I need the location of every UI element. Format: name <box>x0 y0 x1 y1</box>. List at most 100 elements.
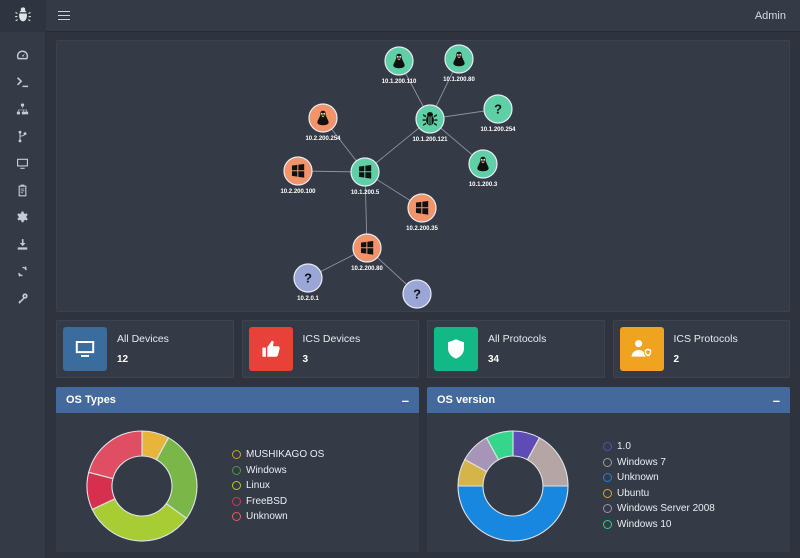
unknown-icon: ? <box>494 102 502 117</box>
bug-icon <box>15 6 31 21</box>
legend-item[interactable]: FreeBSD <box>232 493 419 509</box>
stat-card-ics-protocols[interactable]: ICS Protocols 2 <box>612 320 790 378</box>
network-node-label: 10.2.200.254 <box>305 136 341 142</box>
stat-value: 34 <box>488 354 500 365</box>
panel-title: OS Types <box>66 394 116 406</box>
chart-panels: OS Types – MUSHIKAGO OS Windows Linux FreeB… <box>56 387 790 552</box>
network-node[interactable]: ? <box>402 279 432 309</box>
stat-text: All Protocols 34 <box>478 333 546 365</box>
donut-slice[interactable] <box>155 436 198 519</box>
panel-os-version: OS version – 1.0 Windows 7 Unknown Ubuntu Wi… <box>427 387 790 552</box>
hamburger-icon <box>58 8 70 22</box>
donut-slice[interactable] <box>457 484 569 542</box>
legend-label: Windows Server 2008 <box>617 503 715 515</box>
refresh-icon <box>18 266 27 277</box>
sidebar-item-credentials[interactable] <box>0 285 45 312</box>
legend-item[interactable]: Ubuntu <box>603 486 790 502</box>
stat-value: 2 <box>673 354 680 365</box>
menu-toggle-button[interactable] <box>46 0 82 32</box>
legend-item[interactable]: Unknown <box>232 509 419 525</box>
legend-label: FreeBSD <box>246 495 288 507</box>
network-node[interactable]: 10.2.200.35 <box>406 193 439 232</box>
minimize-icon[interactable]: – <box>402 394 409 407</box>
network-topology-panel: 10.1.200.110 10.1.200.80 10.1.200.121? 10.1… <box>56 40 790 312</box>
legend-label: Windows <box>246 464 287 476</box>
monitor-icon <box>75 341 95 357</box>
stat-cards: All Devices 12 ICS Devices 3 All Protoco… <box>56 320 790 378</box>
sidebar-item-sync[interactable] <box>0 258 45 285</box>
donut-wrap <box>56 423 228 549</box>
stat-card-all-protocols[interactable]: All Protocols 34 <box>427 320 605 378</box>
sidebar-item-downloads[interactable] <box>0 231 45 258</box>
legend-label: 1.0 <box>617 441 631 453</box>
network-node[interactable]: 10.1.200.3 <box>468 149 498 188</box>
sidebar-item-devices[interactable] <box>0 150 45 177</box>
legend-item[interactable]: MUSHIKAGO OS <box>232 447 419 463</box>
speedometer-icon <box>16 50 29 60</box>
network-node[interactable]: 10.1.200.80 <box>443 44 476 83</box>
legend-label: Windows 10 <box>617 518 672 530</box>
monitor-icon <box>17 158 28 169</box>
minimize-icon[interactable]: – <box>773 394 780 407</box>
legend-color-dot <box>232 450 241 459</box>
unknown-icon: ? <box>304 271 312 286</box>
network-node[interactable]: ? 10.2.0.1 <box>293 263 323 302</box>
legend-color-dot <box>603 519 612 529</box>
os-types-legend: MUSHIKAGO OS Windows Linux FreeBSD Unknown <box>228 447 419 525</box>
network-graph[interactable]: 10.1.200.110 10.1.200.80 10.1.200.121? 10.1… <box>57 41 791 313</box>
network-node-label: 10.2.0.1 <box>297 296 319 302</box>
stat-text: ICS Protocols 2 <box>664 333 738 365</box>
sidebar-item-branches[interactable] <box>0 123 45 150</box>
user-menu[interactable]: Admin <box>755 10 786 22</box>
app-logo[interactable] <box>0 0 46 32</box>
panel-body: 1.0 Windows 7 Unknown Ubuntu Windows Server … <box>427 413 790 552</box>
user-shield-icon <box>631 340 652 358</box>
os-types-donut-chart[interactable] <box>79 423 205 549</box>
legend-color-dot <box>603 504 612 514</box>
network-node[interactable]: 10.2.200.254 <box>305 103 341 142</box>
sidebar-item-terminal[interactable] <box>0 69 45 96</box>
stat-value: 12 <box>117 354 129 365</box>
sidebar-item-reports[interactable] <box>0 177 45 204</box>
legend-item[interactable]: Linux <box>232 478 419 494</box>
legend-color-dot <box>603 457 612 467</box>
legend-item[interactable]: Windows Server 2008 <box>603 501 790 517</box>
network-node-label: 10.1.200.80 <box>443 77 475 83</box>
sidebar-item-dashboard[interactable] <box>0 42 45 69</box>
os-version-donut-chart[interactable] <box>450 423 576 549</box>
network-node[interactable]: 10.2.200.80 <box>351 233 384 272</box>
unknown-icon: ? <box>413 287 421 302</box>
stat-card-ics-devices[interactable]: ICS Devices 3 <box>241 320 419 378</box>
app-root: Admin 10.1.200.110 10.1.200.80 10.1.200.… <box>0 0 800 558</box>
legend-item[interactable]: Windows 10 <box>603 517 790 533</box>
network-node[interactable]: 10.2.200.100 <box>280 156 316 195</box>
sidebar-item-settings[interactable] <box>0 204 45 231</box>
network-nodes: 10.1.200.110 10.1.200.80 10.1.200.121? 10.1… <box>280 44 516 309</box>
network-node[interactable]: 10.1.200.121 <box>412 104 448 143</box>
network-node[interactable]: 10.1.200.5 <box>350 157 380 196</box>
sidebar <box>0 32 46 558</box>
panel-body: MUSHIKAGO OS Windows Linux FreeBSD Unknown <box>56 413 419 552</box>
legend-item[interactable]: Windows <box>232 462 419 478</box>
legend-item[interactable]: 1.0 <box>603 439 790 455</box>
sidebar-item-network[interactable] <box>0 96 45 123</box>
network-node-label: 10.2.200.100 <box>280 189 316 195</box>
legend-color-dot <box>232 512 241 521</box>
network-node[interactable]: 10.1.200.110 <box>382 46 417 85</box>
legend-item[interactable]: Unknown <box>603 470 790 486</box>
stat-icon-box <box>248 327 293 371</box>
network-node[interactable]: ? 10.1.200.254 <box>480 94 516 133</box>
svg-text:?: ? <box>304 271 312 286</box>
legend-label: Windows 7 <box>617 456 666 468</box>
legend-item[interactable]: Windows 7 <box>603 455 790 471</box>
stat-value: 3 <box>302 354 309 365</box>
legend-label: Unknown <box>617 472 659 484</box>
network-node-label: 10.2.200.80 <box>351 266 383 272</box>
stat-icon-box <box>619 327 664 371</box>
stat-text: All Devices 12 <box>107 333 169 365</box>
panel-title: OS version <box>437 394 496 406</box>
stat-card-all-devices[interactable]: All Devices 12 <box>56 320 234 378</box>
donut-slice[interactable] <box>88 429 143 479</box>
gear-icon <box>17 211 28 223</box>
stat-icon-box <box>434 327 478 371</box>
